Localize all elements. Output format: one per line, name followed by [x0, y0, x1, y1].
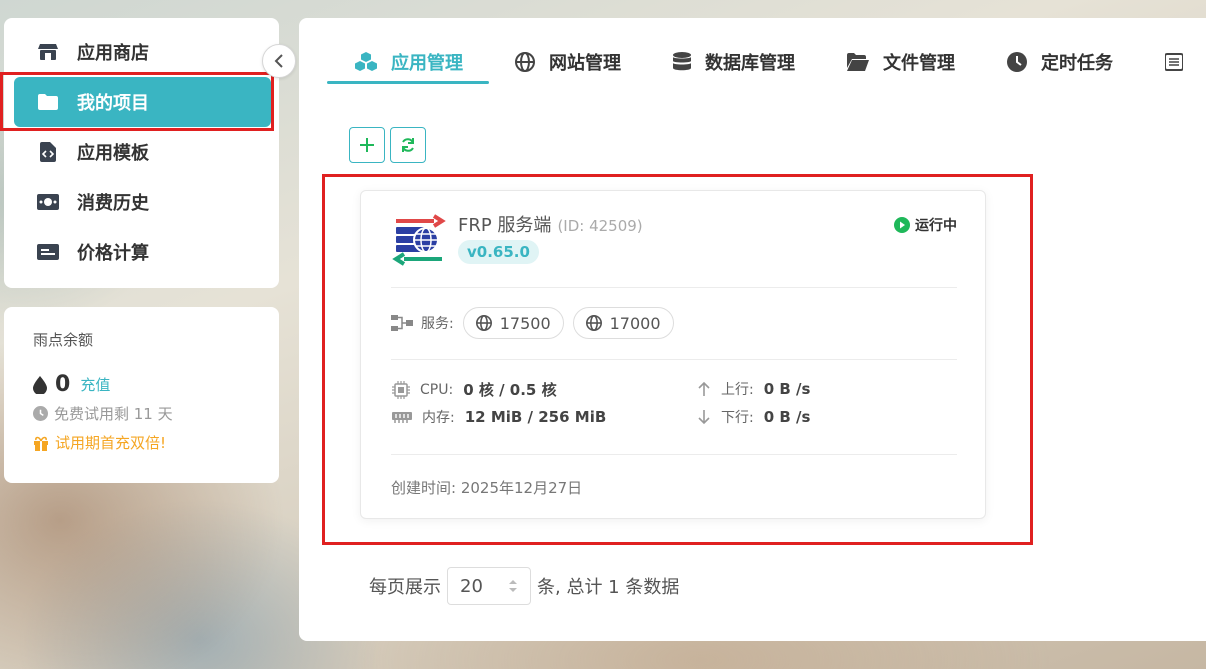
- pagination: 每页展示 20 条, 总计 1 条数据: [369, 567, 679, 605]
- page-size-value: 20: [460, 575, 483, 597]
- database-icon: [673, 52, 691, 72]
- cpu-metric: CPU: 0 核 / 0.5 核: [392, 379, 557, 400]
- tab-label: 定时任务: [1041, 53, 1113, 74]
- gift-icon: [34, 436, 48, 451]
- sidebar-item-label: 消费历史: [77, 193, 149, 214]
- sidebar-item-label: 应用模板: [77, 143, 149, 164]
- sort-arrows-icon: [509, 580, 517, 592]
- memory-value: 12 MiB / 256 MiB: [464, 408, 607, 426]
- app-card[interactable]: FRP 服务端 (ID: 42509) v0.65.0 运行中 服务: 17500…: [360, 190, 986, 519]
- plus-icon: [360, 138, 374, 152]
- memory-label: 内存:: [422, 410, 455, 426]
- tab-bar: 应用管理 网站管理 数据库管理 文件管理 定时任务: [327, 40, 1197, 84]
- tab-file-management[interactable]: 文件管理: [821, 40, 981, 84]
- calculator-card-icon: [37, 241, 59, 263]
- pagination-summary: 条, 总计 1 条数据: [537, 577, 680, 598]
- status-text: 运行中: [915, 218, 957, 234]
- file-code-icon: [37, 141, 59, 163]
- trial-remaining-text: 免费试用剩 11 天: [54, 405, 173, 423]
- cubes-icon: [355, 52, 377, 72]
- tab-label: 应用管理: [391, 53, 463, 74]
- main-panel: 应用管理 网站管理 数据库管理 文件管理 定时任务 FRP 服务端 (ID: 4…: [299, 18, 1206, 641]
- water-drop-icon: [33, 375, 47, 394]
- cpu-value: 0 核 / 0.5 核: [463, 381, 557, 399]
- upload-metric: 上行: 0 B /s: [697, 379, 810, 399]
- sidebar-item-billing-history[interactable]: 消费历史: [4, 177, 279, 227]
- sidebar-item-price-calculator[interactable]: 价格计算: [4, 227, 279, 277]
- money-bill-icon: [37, 191, 59, 213]
- port-chip[interactable]: 17500: [462, 307, 564, 339]
- arrow-up-icon: [698, 381, 710, 396]
- balance-amount: 0: [55, 372, 71, 397]
- balance-panel: 雨点余额 0 充值 免费试用剩 11 天 试用期首充双倍!: [4, 307, 279, 483]
- tab-app-management[interactable]: 应用管理: [327, 40, 489, 84]
- tab-label: 网站管理: [549, 53, 621, 74]
- tab-label: 文件管理: [883, 53, 955, 74]
- memory-icon: [392, 412, 412, 423]
- globe-icon: [475, 315, 492, 331]
- created-time: 创建时间: 2025年12月27日: [391, 479, 583, 497]
- network-icon: [391, 315, 413, 331]
- sidebar-item-label: 我的项目: [77, 93, 149, 114]
- cpu-label: CPU:: [420, 381, 454, 398]
- add-button[interactable]: [349, 127, 385, 163]
- divider: [391, 454, 957, 455]
- page-size-select[interactable]: 20: [447, 567, 531, 605]
- services-label: 服务:: [421, 316, 454, 332]
- sidebar: 应用商店 我的项目 应用模板 消费历史 价格计算: [4, 18, 279, 288]
- port-chip[interactable]: 17000: [572, 307, 674, 339]
- clock-icon: [33, 406, 48, 421]
- upload-label: 上行:: [721, 382, 754, 398]
- promo-text: 试用期首充双倍!: [55, 434, 167, 452]
- globe-icon: [515, 52, 535, 72]
- sidebar-item-my-projects[interactable]: 我的项目: [14, 77, 271, 127]
- divider: [391, 287, 957, 288]
- refresh-icon: [402, 138, 414, 152]
- folder-icon: [37, 91, 59, 113]
- port-number: 17000: [609, 313, 661, 333]
- recharge-link[interactable]: 充值: [80, 374, 110, 395]
- frp-logo: [392, 213, 446, 271]
- status-badge: 运行中: [894, 215, 957, 235]
- app-name: FRP 服务端 (ID: 42509): [458, 211, 643, 237]
- clock-icon: [1007, 52, 1027, 72]
- per-page-label: 每页展示: [369, 577, 441, 598]
- list-icon: [1165, 53, 1183, 71]
- version-badge: v0.65.0: [458, 240, 539, 264]
- tab-website-management[interactable]: 网站管理: [489, 40, 647, 84]
- arrow-down-icon: [698, 410, 710, 425]
- store-icon: [37, 41, 59, 63]
- sidebar-item-label: 价格计算: [77, 243, 149, 264]
- app-name-text: FRP 服务端: [458, 215, 552, 236]
- sidebar-item-label: 应用商店: [77, 43, 149, 64]
- download-label: 下行:: [721, 410, 754, 426]
- download-metric: 下行: 0 B /s: [697, 407, 810, 427]
- divider: [391, 359, 957, 360]
- folder-open-icon: [847, 53, 869, 71]
- tab-scheduled-tasks[interactable]: 定时任务: [981, 40, 1139, 84]
- chevron-left-icon: [274, 54, 283, 68]
- download-value: 0 B /s: [763, 408, 811, 426]
- refresh-button[interactable]: [390, 127, 426, 163]
- sidebar-item-app-templates[interactable]: 应用模板: [4, 127, 279, 177]
- cpu-chip-icon: [392, 380, 410, 399]
- upload-value: 0 B /s: [763, 380, 811, 398]
- app-id: (ID: 42509): [557, 217, 643, 235]
- memory-metric: 内存: 12 MiB / 256 MiB: [392, 407, 606, 427]
- port-number: 17500: [499, 313, 551, 333]
- tab-more[interactable]: [1139, 40, 1197, 84]
- collapse-sidebar-button[interactable]: [262, 44, 296, 78]
- services-row: 服务: 17500 17000: [391, 307, 674, 339]
- globe-icon: [585, 315, 602, 331]
- play-circle-icon: [894, 217, 910, 233]
- balance-title: 雨点余额: [33, 331, 94, 349]
- sidebar-item-app-store[interactable]: 应用商店: [4, 27, 279, 77]
- tab-database-management[interactable]: 数据库管理: [647, 40, 821, 84]
- tab-label: 数据库管理: [705, 53, 795, 74]
